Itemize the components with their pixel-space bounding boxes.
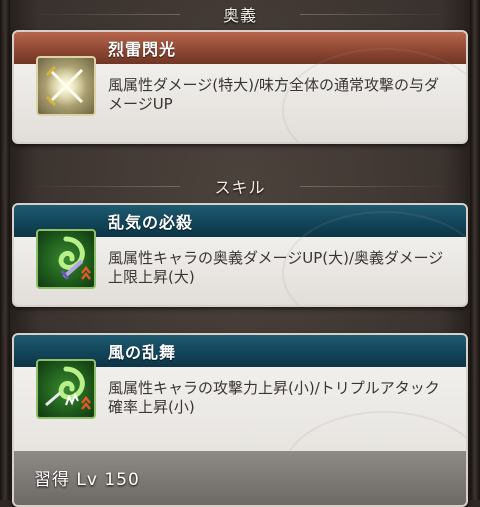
skill-section-title: スキル: [0, 174, 480, 198]
skill-2-description: 風属性キャラの攻撃力上昇(小)/トリプルアタック確率上昇(小): [108, 379, 440, 416]
right-frame: [470, 0, 480, 500]
skill-card-1[interactable]: 乱気の必殺 風属性キャラの奥義ダメージUP(大)/奥義ダメージ上限上昇(大): [12, 203, 468, 307]
crossed-swords-icon: [36, 56, 96, 116]
skill-card-2[interactable]: 風の乱舞 風属性キャラの攻撃力上昇(小)/トリプルアタック確率上昇(小) 習得 …: [12, 333, 468, 507]
ougi-description: 風属性ダメージ(特大)/味方全体の通常攻撃の与ダメージUP: [108, 76, 440, 113]
ougi-section-title: 奥義: [0, 2, 480, 26]
wind-sword-icon: [36, 229, 96, 289]
learn-level-label: 習得 Lv 150: [34, 470, 140, 490]
ougi-card[interactable]: 烈雷閃光 風属性ダメージ(特大)/味方全体の通常攻撃の与ダメージUP: [12, 30, 468, 144]
skill-1-description: 風属性キャラの奥義ダメージUP(大)/奥義ダメージ上限上昇(大): [108, 249, 444, 286]
learn-level-bar: 習得 Lv 150: [14, 451, 466, 505]
left-frame: [0, 0, 10, 500]
wind-multi-attack-icon: [36, 359, 96, 419]
